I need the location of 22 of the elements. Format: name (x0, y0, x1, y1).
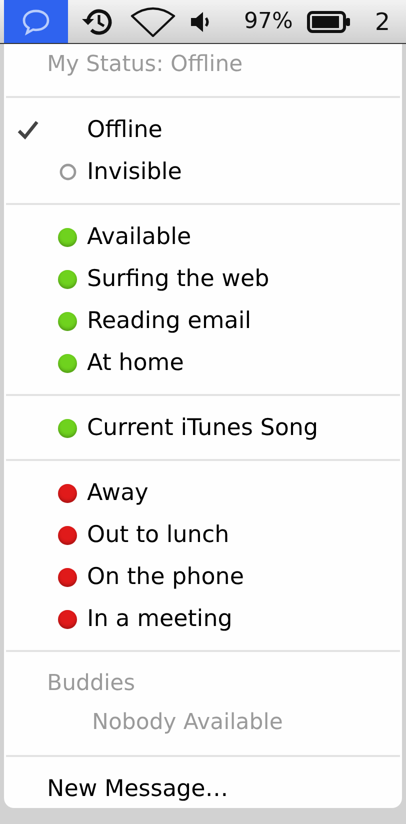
status-item[interactable]: At home (4, 342, 402, 384)
hollow-status-icon (58, 163, 76, 181)
status-item[interactable]: Away (4, 472, 402, 514)
battery-icon[interactable] (306, 10, 351, 32)
status-item[interactable]: Reading email (4, 300, 402, 342)
clock-text[interactable]: 2 (374, 8, 390, 36)
chat-menu-button[interactable] (4, 0, 68, 43)
status-item[interactable]: On the phone (4, 556, 402, 598)
menu-heading: My Status: Offline (46, 51, 244, 79)
status-item[interactable]: In a meeting (4, 598, 402, 640)
status-item[interactable]: Available (4, 216, 402, 258)
status-item[interactable]: Current iTunes Song (4, 407, 402, 449)
speech-bubble-icon (21, 8, 51, 36)
status-item[interactable]: Out to lunch (4, 514, 402, 556)
status-item[interactable]: Invisible (4, 151, 402, 193)
status-item[interactable]: Surfing the web (4, 258, 402, 300)
new-message-item[interactable]: New Message… (4, 768, 402, 810)
wifi-icon[interactable] (130, 6, 176, 36)
status-item[interactable]: Offline (4, 109, 402, 151)
empty-buddies-text: Nobody Available (91, 709, 284, 737)
battery-percent[interactable]: 97% (244, 9, 293, 34)
buddies-heading: Buddies (46, 670, 136, 698)
